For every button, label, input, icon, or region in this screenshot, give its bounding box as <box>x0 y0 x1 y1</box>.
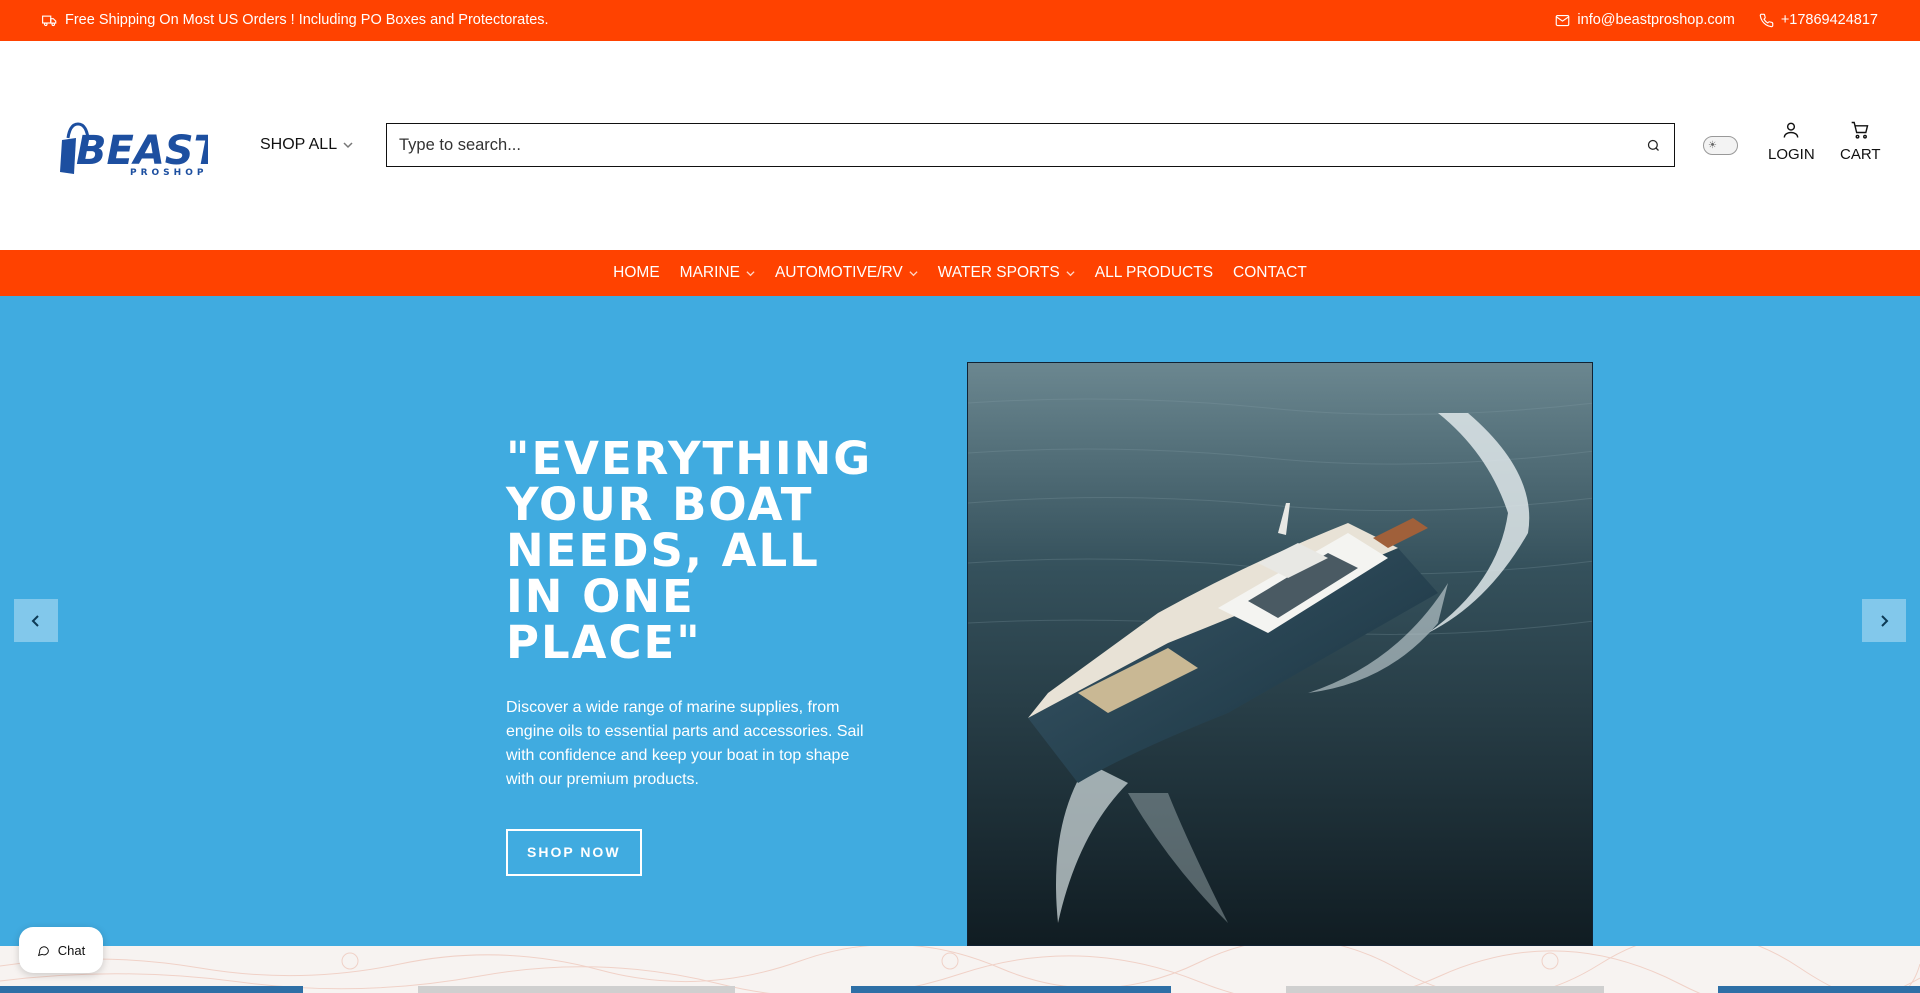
product-card[interactable] <box>851 986 1171 993</box>
nav-label: WATER SPORTS <box>937 264 1060 281</box>
email-link[interactable]: info@beastproshop.com <box>1555 12 1735 28</box>
chevron-left-icon <box>31 614 39 627</box>
shop-all-menu[interactable]: SHOP ALL <box>260 136 353 154</box>
nav-item-marine[interactable]: MARINE <box>680 264 755 282</box>
product-card[interactable] <box>1286 986 1604 993</box>
phone-text[interactable]: +17869424817 <box>1781 12 1878 28</box>
chevron-down-icon <box>909 270 918 276</box>
cart-icon <box>1851 121 1869 139</box>
shop-now-button[interactable]: SHOP NOW <box>506 829 642 876</box>
site-header: BEAST PROSHOP SHOP ALL ☀ LOGIN CART <box>0 41 1920 250</box>
nav-item-automotive-rv[interactable]: AUTOMOTIVE/RV <box>775 264 918 282</box>
hero-content: "EVERYTHING YOUR BOAT NEEDS, ALL IN ONE … <box>506 436 886 876</box>
theme-toggle[interactable]: ☀ <box>1703 136 1738 155</box>
nav-label: AUTOMOTIVE/RV <box>774 264 903 281</box>
email-text[interactable]: info@beastproshop.com <box>1577 12 1734 28</box>
chevron-down-icon <box>746 270 755 276</box>
svg-text:PROSHOP: PROSHOP <box>130 168 207 178</box>
mail-icon <box>1556 14 1570 26</box>
product-card[interactable] <box>0 986 303 993</box>
login-button[interactable]: LOGIN <box>1768 120 1815 163</box>
chat-icon <box>37 945 49 956</box>
chevron-right-icon <box>1881 614 1889 627</box>
nav-label: CONTACT <box>1233 264 1307 281</box>
search-icon <box>1647 139 1659 151</box>
nav-label: MARINE <box>679 264 740 281</box>
hero-description: Discover a wide range of marine supplies… <box>506 699 864 788</box>
nav-item-water-sports[interactable]: WATER SPORTS <box>938 264 1075 282</box>
sun-icon: ☀ <box>1708 139 1717 151</box>
nav-item-home[interactable]: HOME <box>613 264 660 282</box>
user-icon <box>1783 122 1799 138</box>
nav-label: ALL PRODUCTS <box>1094 264 1214 281</box>
brand-logo[interactable]: BEAST PROSHOP <box>58 116 224 178</box>
slider-next-button[interactable] <box>1862 599 1906 642</box>
nav-label: HOME <box>613 264 660 281</box>
phone-link[interactable]: +17869424817 <box>1759 12 1878 28</box>
search-input[interactable] <box>387 124 1632 166</box>
truck-icon <box>42 15 57 26</box>
chevron-down-icon <box>343 142 353 149</box>
search-bar[interactable] <box>386 123 1675 167</box>
chat-label: Chat <box>57 942 86 958</box>
chat-button[interactable]: Chat <box>19 927 103 973</box>
chevron-down-icon <box>1066 270 1075 276</box>
shipping-text: Free Shipping On Most US Orders ! Includ… <box>65 12 549 28</box>
cart-button[interactable]: CART <box>1840 120 1881 163</box>
announcement-bar: Free Shipping On Most US Orders ! Includ… <box>0 0 1920 41</box>
nav-item-all-products[interactable]: ALL PRODUCTS <box>1095 264 1213 282</box>
shop-all-label: SHOP ALL <box>260 136 338 153</box>
hero-boat-image <box>967 362 1593 946</box>
nav-item-contact[interactable]: CONTACT <box>1233 264 1307 282</box>
cart-label: CART <box>1840 146 1881 163</box>
slider-prev-button[interactable] <box>14 599 58 642</box>
login-label: LOGIN <box>1768 146 1815 163</box>
product-card[interactable] <box>1718 986 1920 993</box>
shipping-notice: Free Shipping On Most US Orders ! Includ… <box>42 12 549 28</box>
hero-slider: "EVERYTHING YOUR BOAT NEEDS, ALL IN ONE … <box>0 296 1920 946</box>
main-nav: HOME MARINE AUTOMOTIVE/RV WATER SPORTS A… <box>0 250 1920 296</box>
phone-icon <box>1759 13 1774 27</box>
product-card[interactable] <box>418 986 735 993</box>
product-strip <box>0 946 1920 993</box>
search-button[interactable] <box>1632 138 1674 153</box>
hero-title: "EVERYTHING YOUR BOAT NEEDS, ALL IN ONE … <box>506 432 873 669</box>
